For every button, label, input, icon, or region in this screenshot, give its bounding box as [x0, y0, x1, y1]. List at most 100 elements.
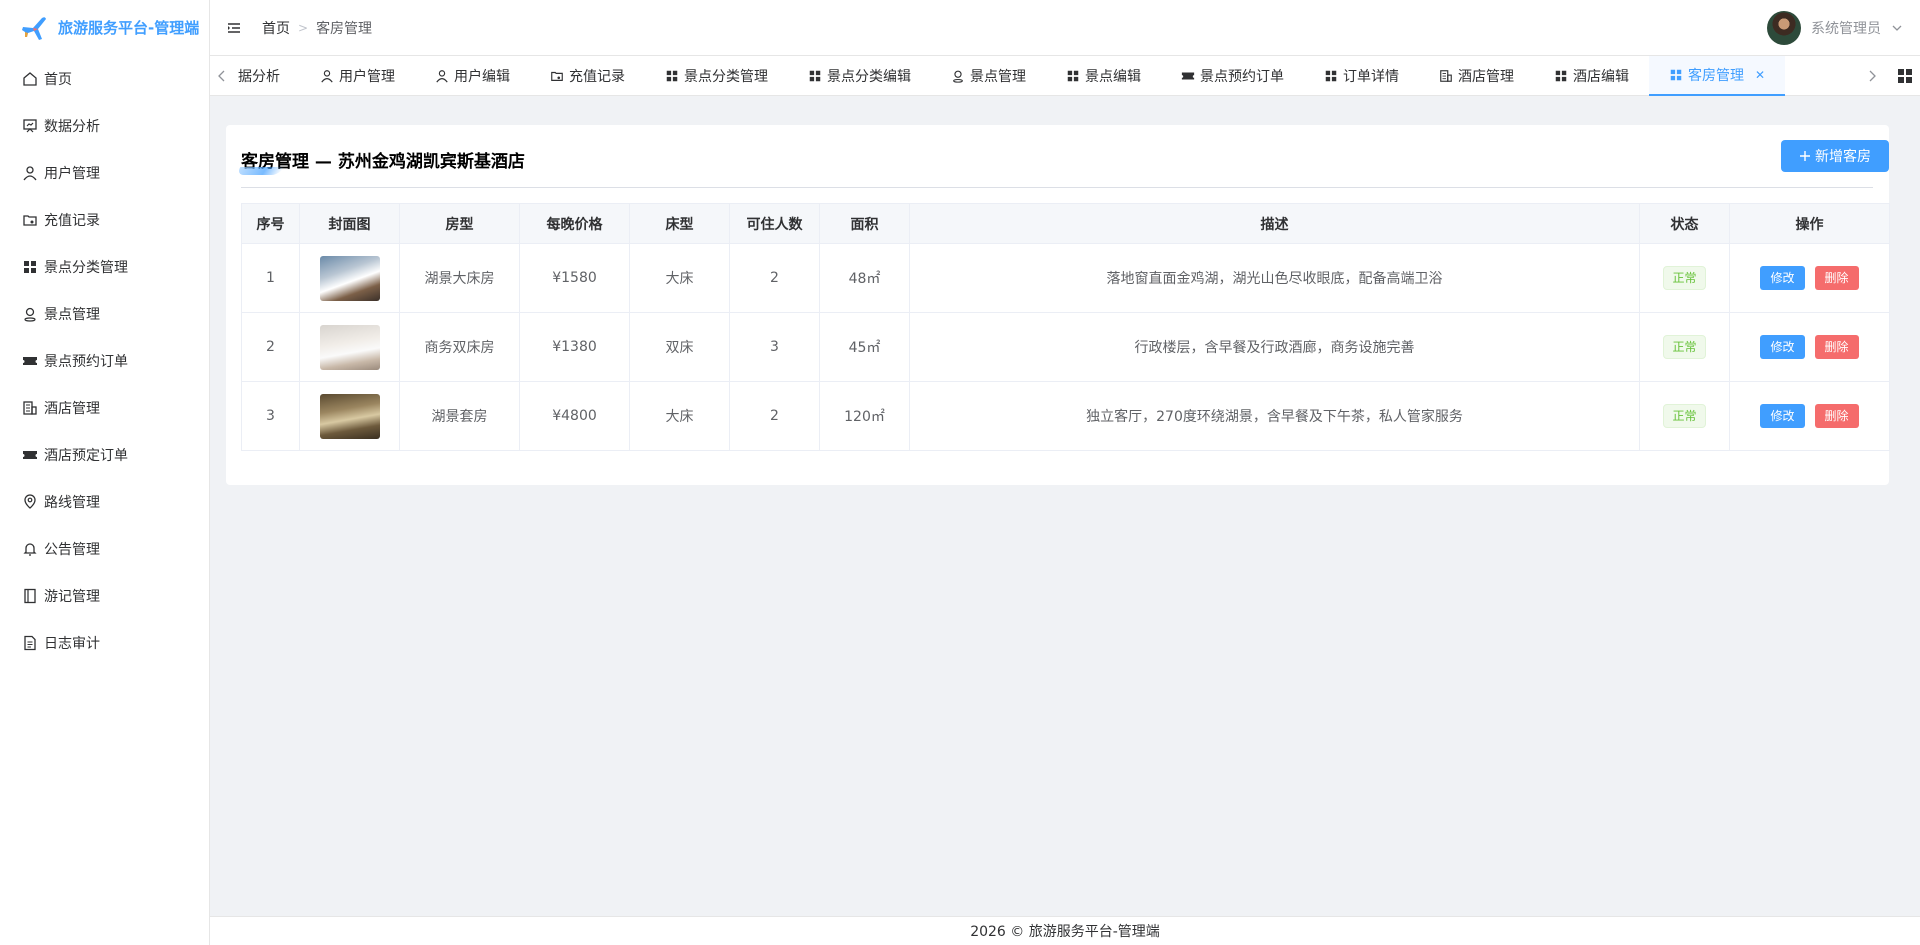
home-icon [22, 71, 38, 87]
presentation-chart-icon [22, 118, 38, 134]
table-header-row: 序号 封面图 房型 每晚价格 床型 可住人数 面积 描述 状态 操作 [241, 203, 1890, 244]
ticket-icon [1181, 69, 1195, 83]
sidebar-item-recharge[interactable]: 充值记录 [0, 196, 209, 243]
document-icon [22, 635, 38, 651]
grid-icon [1669, 68, 1683, 82]
edit-button[interactable]: 修改 [1760, 335, 1805, 359]
map-pin-icon [22, 493, 38, 510]
sidebar-item-spot-category[interactable]: 景点分类管理 [0, 243, 209, 290]
sidebar-item-label: 酒店管理 [44, 400, 100, 417]
grid-icon [1554, 69, 1568, 83]
grid-icon [1066, 69, 1080, 83]
table-row: 2 商务双床房 ¥1380 双床 3 45㎡ 行政楼层，含早餐及行政酒廊，商务设… [241, 312, 1890, 382]
sidebar-item-label: 路线管理 [44, 494, 100, 511]
title-decoration [235, 167, 285, 175]
logo[interactable]: 旅游服务平台-管理端 [0, 0, 209, 55]
sidebar-item-users[interactable]: 用户管理 [0, 149, 209, 196]
room-management-card: 客房管理 — 苏州金鸡湖凯宾斯基酒店 新增客房 序号 封面图 房型 每晚价格 床… [226, 125, 1890, 485]
sidebar-item-label: 游记管理 [44, 588, 100, 605]
cell-description: 落地窗直面金鸡湖，湖光山色尽收眼底，配备高端卫浴 [909, 243, 1640, 313]
user-icon [320, 69, 334, 83]
sidebar-item-label: 景点管理 [44, 306, 100, 323]
sidebar-item-data-analysis[interactable]: 数据分析 [0, 102, 209, 149]
sidebar-item-travelogues[interactable]: 游记管理 [0, 572, 209, 619]
grid-icon [22, 259, 38, 275]
chevron-right-icon[interactable] [1860, 56, 1884, 96]
cell-index: 2 [241, 312, 300, 382]
sidebar-item-spots[interactable]: 景点管理 [0, 290, 209, 337]
cell-capacity: 2 [729, 381, 820, 451]
cell-capacity: 2 [729, 243, 820, 313]
sidebar-item-home[interactable]: 首页 [0, 55, 209, 102]
tabs-menu-grid-icon[interactable] [1890, 56, 1920, 96]
breadcrumb: 首页 > 客房管理 [262, 18, 372, 38]
footer: 2026 © 旅游服务平台-管理端 [210, 916, 1920, 945]
chevron-down-icon[interactable] [1891, 22, 1903, 34]
room-cover-image[interactable] [319, 324, 380, 370]
tab-hotel-management[interactable]: 酒店管理 [1419, 56, 1534, 96]
breadcrumb-home[interactable]: 首页 [262, 18, 290, 38]
tab-room-management[interactable]: 客房管理 ✕ [1649, 56, 1786, 96]
menu-fold-icon[interactable] [226, 20, 242, 36]
sidebar-item-hotels[interactable]: 酒店管理 [0, 384, 209, 431]
notebook-icon [22, 588, 38, 604]
tab-label: 订单详情 [1343, 69, 1399, 85]
sidebar-item-audit-log[interactable]: 日志审计 [0, 619, 209, 666]
tab-recharge[interactable]: 充值记录 [530, 56, 645, 96]
sidebar-item-notices[interactable]: 公告管理 [0, 525, 209, 572]
cell-bed-type: 双床 [629, 312, 730, 382]
cell-room-type: 商务双床房 [399, 312, 520, 382]
room-cover-image[interactable] [319, 255, 380, 301]
add-room-button[interactable]: 新增客房 [1781, 140, 1889, 172]
cell-area: 120㎡ [819, 381, 910, 451]
edit-button[interactable]: 修改 [1760, 266, 1805, 290]
tab-user-edit[interactable]: 用户编辑 [415, 56, 530, 96]
edit-button[interactable]: 修改 [1760, 404, 1805, 428]
sidebar-item-routes[interactable]: 路线管理 [0, 478, 209, 525]
cell-price: ¥1380 [519, 312, 630, 382]
tab-label: 酒店管理 [1458, 69, 1514, 85]
cell-index: 3 [241, 381, 300, 451]
room-cover-image[interactable] [319, 393, 380, 439]
sidebar-item-label: 景点分类管理 [44, 259, 128, 276]
airplane-logo-icon [20, 13, 50, 43]
divider [241, 187, 1873, 188]
col-index: 序号 [241, 203, 300, 244]
status-badge: 正常 [1663, 266, 1706, 290]
building-icon [1439, 69, 1453, 83]
user-icon [22, 165, 38, 181]
close-icon[interactable]: ✕ [1755, 68, 1765, 82]
grid-icon [808, 69, 822, 83]
tab-spot-management[interactable]: 景点管理 [931, 56, 1046, 96]
status-badge: 正常 [1663, 404, 1706, 428]
cell-room-type: 湖景套房 [399, 381, 520, 451]
delete-button[interactable]: 删除 [1814, 335, 1859, 359]
cell-area: 45㎡ [819, 312, 910, 382]
col-actions: 操作 [1729, 203, 1890, 244]
tab-spot-orders[interactable]: 景点预约订单 [1161, 56, 1304, 96]
user-name[interactable]: 系统管理员 [1811, 18, 1881, 38]
tab-data-analysis[interactable]: 据分析 [234, 56, 300, 96]
sidebar-item-label: 用户管理 [44, 165, 100, 182]
tab-label: 景点管理 [970, 69, 1026, 85]
sidebar: 旅游服务平台-管理端 首页 数据分析 用户管理 充值记录 景点分类管理 景点管理 [0, 0, 210, 945]
delete-button[interactable]: 删除 [1814, 266, 1859, 290]
tab-label: 景点分类管理 [684, 69, 768, 85]
tab-spot-category[interactable]: 景点分类管理 [645, 56, 788, 96]
cell-description: 独立客厅，270度环绕湖景，含早餐及下午茶，私人管家服务 [909, 381, 1640, 451]
tab-hotel-edit[interactable]: 酒店编辑 [1534, 56, 1649, 96]
avatar[interactable] [1767, 11, 1801, 45]
cell-bed-type: 大床 [629, 381, 730, 451]
chevron-left-icon[interactable] [210, 56, 234, 96]
tab-user-management[interactable]: 用户管理 [300, 56, 415, 96]
ticket-icon [22, 447, 38, 463]
tab-order-detail[interactable]: 订单详情 [1304, 56, 1419, 96]
sidebar-item-spot-orders[interactable]: 景点预约订单 [0, 337, 209, 384]
delete-button[interactable]: 删除 [1814, 404, 1859, 428]
cell-index: 1 [241, 243, 300, 313]
sidebar-item-label: 公告管理 [44, 541, 100, 558]
user-menu[interactable]: 系统管理员 [1767, 11, 1903, 45]
tab-spot-category-edit[interactable]: 景点分类编辑 [788, 56, 931, 96]
sidebar-item-hotel-orders[interactable]: 酒店预定订单 [0, 431, 209, 478]
tab-spot-edit[interactable]: 景点编辑 [1046, 56, 1161, 96]
